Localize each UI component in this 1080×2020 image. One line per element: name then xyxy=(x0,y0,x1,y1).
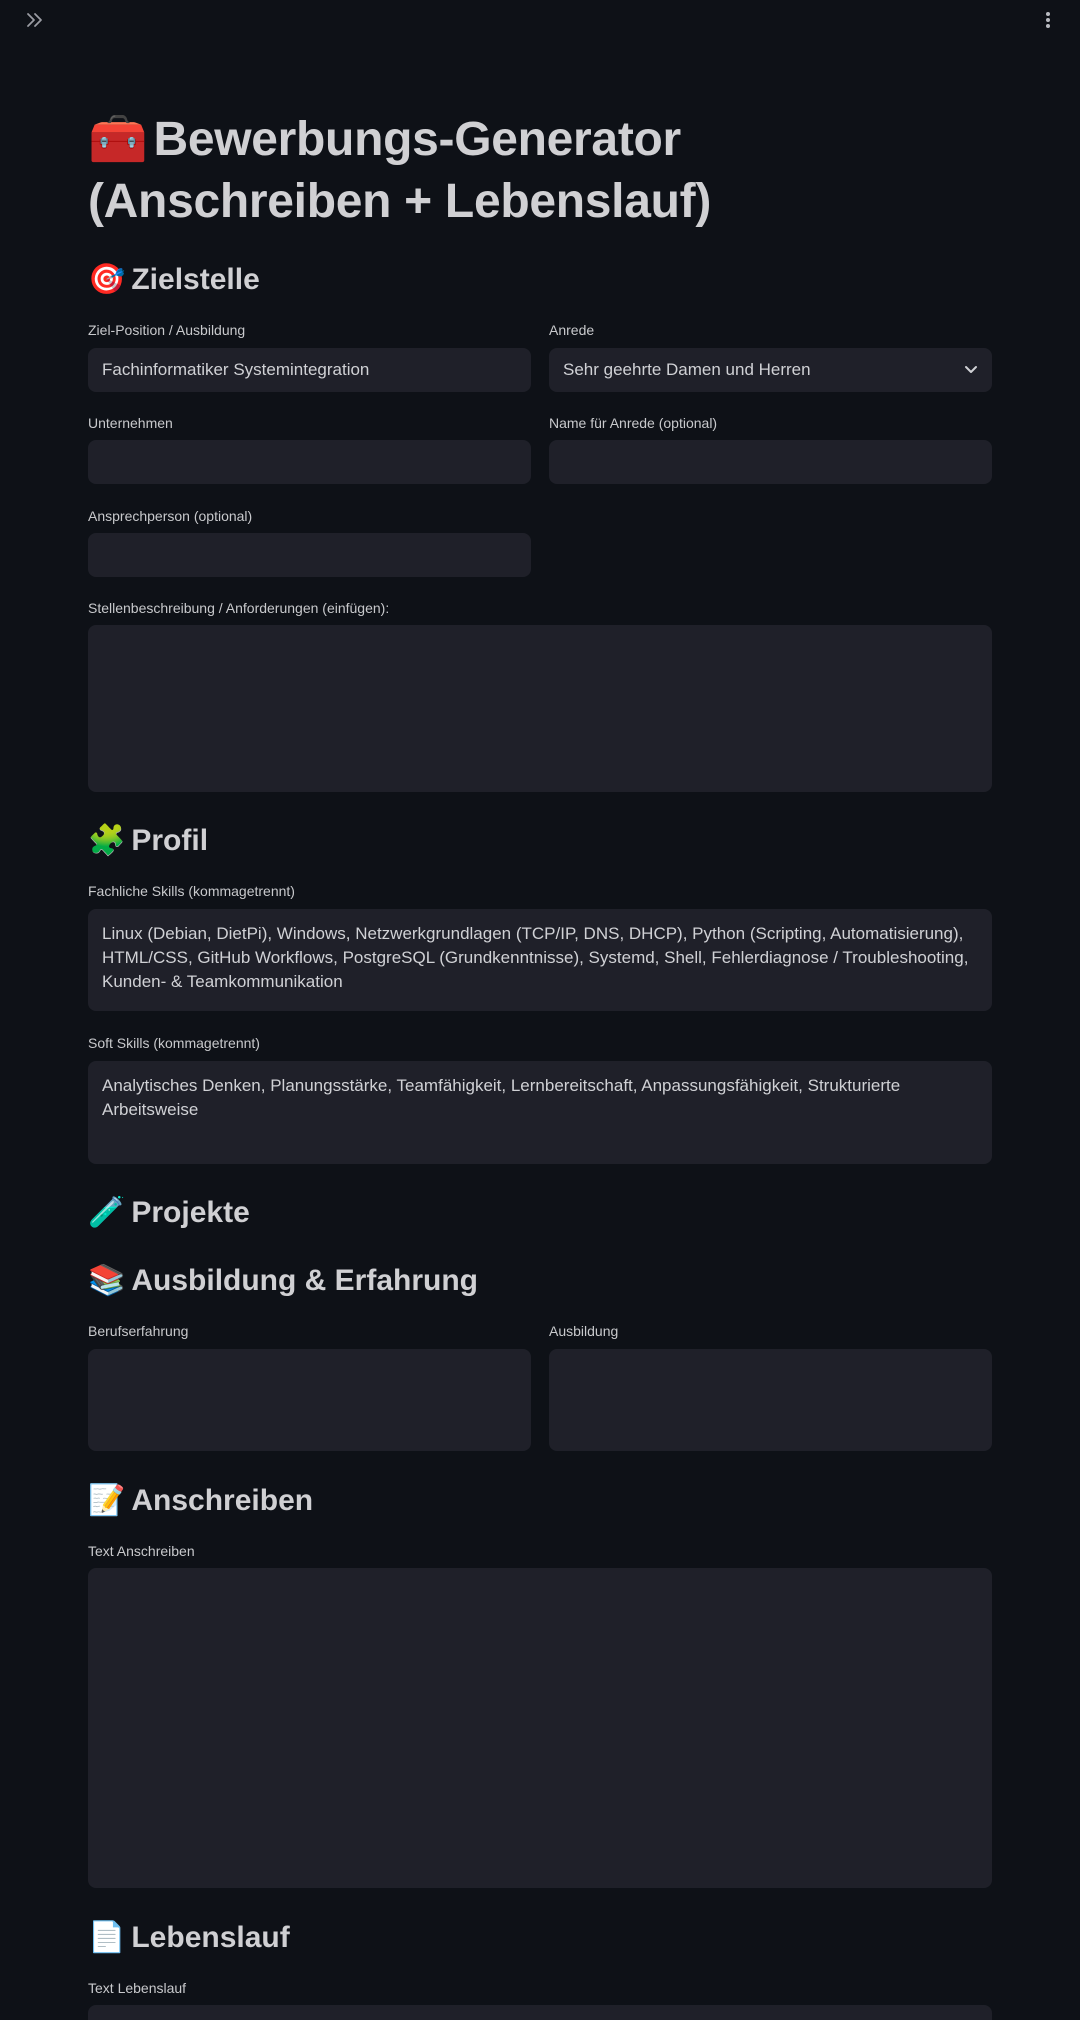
anrede-label: Anrede xyxy=(549,322,595,338)
berufserfahrung-label: Berufserfahrung xyxy=(88,1323,189,1339)
section-zielstelle-heading: 🎯 Zielstelle xyxy=(88,260,260,300)
section-profil-heading: 🧩 Profil xyxy=(88,821,208,861)
double-chevron-right-icon xyxy=(27,13,42,27)
section-label: Ausbildung & Erfahrung xyxy=(131,1264,478,1297)
anrede-selected-value: Sehr geehrte Damen und Herren xyxy=(563,360,811,379)
memo-icon: 📝 xyxy=(88,1483,126,1518)
target-icon: 🎯 xyxy=(88,262,126,297)
top-bar xyxy=(0,0,1080,40)
ansprechperson-label: Ansprechperson (optional) xyxy=(88,508,253,524)
berufserfahrung-textarea[interactable] xyxy=(88,1349,531,1451)
section-label: Lebenslauf xyxy=(131,1921,290,1954)
soft-skills-textarea[interactable]: Analytisches Denken, Planungsstärke, Tea… xyxy=(88,1061,992,1164)
page-title: 🧰 Bewerbungs-Generator (Anschreiben + Leb… xyxy=(88,108,992,233)
test-tube-icon: 🧪 xyxy=(88,1195,126,1230)
section-label: Anschreiben xyxy=(131,1484,314,1517)
toolbox-icon: 🧰 xyxy=(88,111,148,167)
main-menu-button[interactable] xyxy=(1038,8,1058,32)
position-value: Fachinformatiker Systemintegration xyxy=(102,360,370,379)
page-title-text: Bewerbungs-Generator (Anschreiben + Lebe… xyxy=(88,113,711,228)
unternehmen-label: Unternehmen xyxy=(88,415,173,431)
anrede-name-label: Name für Anrede (optional) xyxy=(549,415,718,431)
expand-sidebar-button[interactable] xyxy=(22,8,48,32)
stellenbeschreibung-textarea[interactable] xyxy=(88,625,992,792)
section-lebenslauf-heading: 📄 Lebenslauf xyxy=(88,1918,290,1958)
section-anschreiben-heading: 📝 Anschreiben xyxy=(88,1481,313,1521)
text-lebenslauf-textarea[interactable] xyxy=(88,2005,992,2020)
document-icon: 📄 xyxy=(88,1920,126,1955)
anrede-name-input[interactable] xyxy=(549,440,992,484)
position-input[interactable]: Fachinformatiker Systemintegration xyxy=(88,348,531,392)
soft-skills-label: Soft Skills (kommagetrennt) xyxy=(88,1035,260,1051)
stellenbeschreibung-label: Stellenbeschreibung / Anforderungen (ein… xyxy=(88,600,390,616)
chevron-down-icon xyxy=(965,366,977,373)
fachliche-skills-label: Fachliche Skills (kommagetrennt) xyxy=(88,883,295,899)
section-projekte-heading: 🧪 Projekte xyxy=(88,1193,250,1233)
ausbildung-label: Ausbildung xyxy=(549,1323,619,1339)
fachliche-skills-textarea[interactable]: Linux (Debian, DietPi), Windows, Netzwer… xyxy=(88,909,992,1011)
text-lebenslauf-label: Text Lebenslauf xyxy=(88,1980,187,1996)
section-label: Zielstelle xyxy=(131,263,260,296)
section-ausbildung-heading: 📚 Ausbildung & Erfahrung xyxy=(88,1261,478,1301)
position-label: Ziel-Position / Ausbildung xyxy=(88,322,246,338)
unternehmen-input[interactable] xyxy=(88,440,531,484)
ansprechperson-input[interactable] xyxy=(88,533,531,577)
anrede-select[interactable]: Sehr geehrte Damen und Herren xyxy=(549,348,992,392)
section-label: Profil xyxy=(131,824,209,857)
vertical-dots-icon xyxy=(1046,12,1050,28)
section-label: Projekte xyxy=(131,1196,250,1229)
puzzle-icon: 🧩 xyxy=(88,823,126,858)
text-anschreiben-label: Text Anschreiben xyxy=(88,1543,195,1559)
text-anschreiben-textarea[interactable] xyxy=(88,1568,992,1888)
books-icon: 📚 xyxy=(88,1263,126,1298)
ausbildung-textarea[interactable] xyxy=(549,1349,992,1451)
